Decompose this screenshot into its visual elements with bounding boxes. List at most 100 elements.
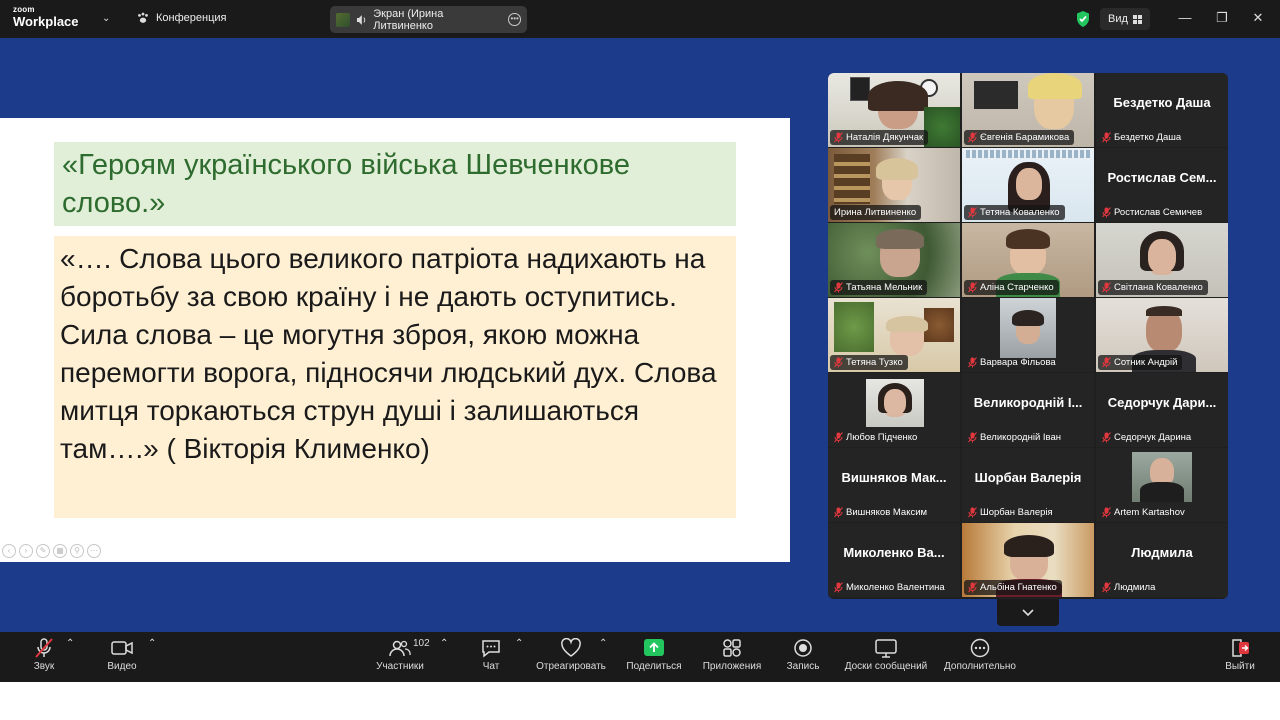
video-tile[interactable]: Альбіна Гнатенко xyxy=(962,523,1094,597)
video-tile[interactable]: Вишняков Мак... Вишняков Максим xyxy=(828,448,960,522)
mic-off-icon xyxy=(1102,432,1111,443)
slides-icon[interactable]: ▦ xyxy=(53,544,67,558)
audio-label: Звук xyxy=(33,661,55,672)
heart-icon xyxy=(561,638,581,657)
video-tile[interactable]: Тетяна Коваленко xyxy=(962,148,1094,222)
mic-off-icon xyxy=(968,207,977,218)
video-button[interactable]: Видео xyxy=(102,638,142,672)
restore-icon[interactable]: ❐ xyxy=(1214,10,1230,26)
screen-share-indicator[interactable]: Экран (Ирина Литвиненко ••• xyxy=(330,6,527,33)
video-tile[interactable]: Татьяна Мельник xyxy=(828,223,960,297)
participants-options-caret[interactable]: ⌃ xyxy=(440,638,448,649)
participant-big-name: Вишняков Мак... xyxy=(841,470,947,485)
minimize-icon[interactable]: — xyxy=(1177,10,1193,26)
record-button[interactable]: Запись xyxy=(782,638,824,672)
video-tile[interactable]: Миколенко Ва... Миколенко Валентина xyxy=(828,523,960,597)
participant-nameplate: Татьяна Мельник xyxy=(830,280,928,295)
audio-options-caret[interactable]: ⌃ xyxy=(66,638,74,649)
meeting-name: Конференция xyxy=(156,12,227,24)
shield-check-icon[interactable] xyxy=(1075,10,1091,28)
video-tile[interactable]: Сотник Андрій xyxy=(1096,298,1228,372)
video-tile[interactable]: Євгенія Барамикова xyxy=(962,73,1094,147)
video-tile[interactable]: Бездетко Даша Бездетко Даша xyxy=(1096,73,1228,147)
participant-name: Artem Kartashov xyxy=(1114,507,1185,518)
participant-name: Людмила xyxy=(1114,582,1156,593)
chat-button[interactable]: Чат xyxy=(476,638,506,672)
plant xyxy=(834,302,874,352)
gallery-next-page-button[interactable] xyxy=(997,599,1059,626)
video-tile[interactable]: Людмила Людмила xyxy=(1096,523,1228,597)
participant-name: Ростислав Семичев xyxy=(1114,207,1203,218)
chat-options-caret[interactable]: ⌃ xyxy=(515,638,523,649)
participant-nameplate: Людмила xyxy=(1098,580,1160,595)
leave-button[interactable]: Выйти xyxy=(1222,638,1258,672)
more-icon[interactable]: ••• xyxy=(508,13,521,26)
participant-name: Тетяна Коваленко xyxy=(980,207,1060,218)
more-button[interactable]: Дополнительно xyxy=(940,638,1020,672)
mic-off-icon xyxy=(834,432,843,443)
video-tile-active-speaker[interactable]: Ирина Литвиненко xyxy=(828,148,960,222)
more-options-icon[interactable]: ⋯ xyxy=(87,544,101,558)
page-bottom-area xyxy=(0,682,1280,720)
apps-button[interactable]: Приложения xyxy=(698,638,766,672)
whiteboards-button[interactable]: Доски сообщений xyxy=(840,638,932,672)
mic-off-icon xyxy=(968,282,977,293)
whiteboard-icon xyxy=(875,639,897,658)
participant-big-name: Седорчук Дари... xyxy=(1107,395,1217,410)
participant-name: Наталія Дякунчак xyxy=(846,132,924,143)
mic-off-icon xyxy=(35,638,53,658)
participant-name: Ирина Литвиненко xyxy=(834,207,917,218)
participant-nameplate: Великородній Іван xyxy=(964,430,1066,445)
mic-off-icon xyxy=(968,432,977,443)
pen-icon[interactable]: ✎ xyxy=(36,544,50,558)
participant-name: Сотник Андрій xyxy=(1114,357,1178,368)
participant-nameplate: Альбіна Гнатенко xyxy=(964,580,1062,595)
view-button[interactable]: Вид xyxy=(1100,8,1150,30)
next-slide-icon[interactable]: › xyxy=(19,544,33,558)
participant-nameplate: Шорбан Валерія xyxy=(964,505,1058,520)
participant-nameplate: Вишняков Максим xyxy=(830,505,932,520)
participants-count: 102 xyxy=(413,638,430,649)
audio-button[interactable]: Звук xyxy=(28,638,60,672)
participant-name: Варвара Фільова xyxy=(980,357,1056,368)
apps-icon xyxy=(723,639,741,657)
share-button[interactable]: Поделиться xyxy=(622,638,686,672)
participant-hair xyxy=(876,158,918,180)
screen-share-label: Экран (Ирина Литвиненко xyxy=(373,7,444,32)
sharer-avatar xyxy=(336,12,350,27)
video-tile[interactable]: Ростислав Сем... Ростислав Семичев xyxy=(1096,148,1228,222)
participant-nameplate: Наталія Дякунчак xyxy=(830,130,929,145)
participant-big-name: Миколенко Ва... xyxy=(843,545,945,560)
participant-name: Любов Підченко xyxy=(846,432,918,443)
participant-name: Великородній Іван xyxy=(980,432,1062,443)
prev-slide-icon[interactable]: ‹ xyxy=(2,544,16,558)
participant-name: Бездетко Даша xyxy=(1114,132,1182,143)
mic-off-icon xyxy=(1102,132,1111,143)
video-tile[interactable]: Шорбан Валерія Шорбан Валерія xyxy=(962,448,1094,522)
slide-title: «Героям українського війська Шевченкове … xyxy=(54,142,736,226)
participant-hair xyxy=(1012,310,1044,326)
participant-shirt xyxy=(1140,482,1184,502)
chevron-down-icon[interactable]: ⌄ xyxy=(102,13,110,24)
video-tile[interactable]: Аліна Старченко xyxy=(962,223,1094,297)
gallery-view: Наталія Дякунчак Євгенія Барамикова Безд… xyxy=(828,73,1228,599)
video-tile[interactable]: Світлана Коваленко xyxy=(1096,223,1228,297)
video-tile[interactable]: Тетяна Тузко xyxy=(828,298,960,372)
video-tile[interactable]: Artem Kartashov xyxy=(1096,448,1228,522)
video-tile[interactable]: Любов Підченко xyxy=(828,373,960,447)
react-options-caret[interactable]: ⌃ xyxy=(599,638,607,649)
mic-off-icon xyxy=(968,132,977,143)
participant-nameplate: Седорчук Дарина xyxy=(1098,430,1196,445)
mic-off-icon xyxy=(968,582,977,593)
zoom-icon[interactable]: ⚲ xyxy=(70,544,84,558)
video-tile[interactable]: Наталія Дякунчак xyxy=(828,73,960,147)
meeting-info[interactable]: Конференция xyxy=(136,11,226,25)
video-options-caret[interactable]: ⌃ xyxy=(148,638,156,649)
zoom-workplace-logo[interactable]: zoom Workplace xyxy=(13,6,79,29)
participant-hair xyxy=(1028,73,1082,99)
video-tile[interactable]: Варвара Фільова xyxy=(962,298,1094,372)
video-tile[interactable]: Седорчук Дари... Седорчук Дарина xyxy=(1096,373,1228,447)
close-icon[interactable]: ✕ xyxy=(1250,10,1266,26)
mic-off-icon xyxy=(834,282,843,293)
video-tile[interactable]: Великородній І... Великородній Іван xyxy=(962,373,1094,447)
